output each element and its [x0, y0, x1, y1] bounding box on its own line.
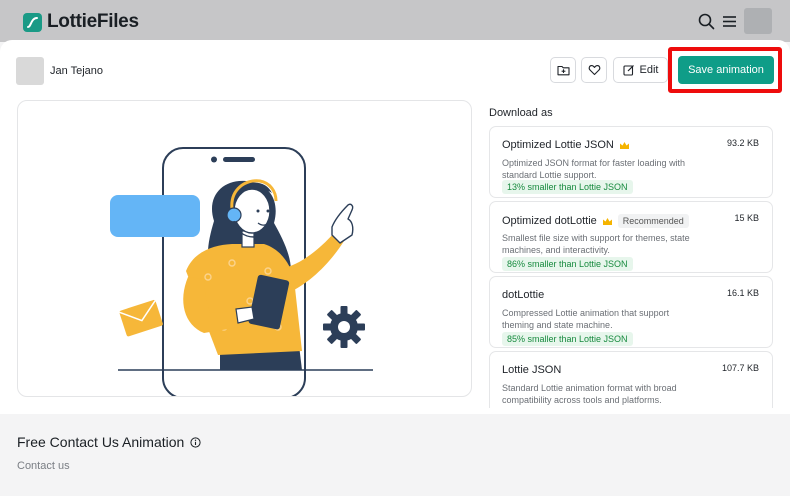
option-size: 16.1 KB — [726, 288, 759, 298]
author-avatar — [16, 57, 44, 85]
option-size: 15 KB — [734, 213, 759, 223]
user-avatar[interactable] — [744, 8, 772, 34]
heart-icon — [588, 65, 600, 76]
save-animation-button[interactable]: Save animation — [678, 56, 774, 84]
size-savings-chip: 86% smaller than Lottie JSON — [502, 257, 633, 271]
contact-illustration — [110, 147, 373, 396]
option-name: dotLottie — [502, 289, 545, 301]
author-info[interactable]: Jan Tejano — [16, 57, 103, 85]
download-option-optimized-dotlottie[interactable]: Optimized dotLottie Recommended 15 KB Sm… — [489, 201, 773, 273]
edit-button[interactable]: Edit — [613, 57, 668, 83]
option-size: 107.7 KB — [721, 363, 759, 373]
crown-icon — [602, 217, 613, 226]
download-option-lottie-json[interactable]: Lottie JSON 107.7 KB Standard Lottie ani… — [489, 351, 773, 408]
search-icon[interactable] — [696, 11, 716, 31]
animation-modal: Jan Tejano Edit Save animation Download … — [0, 40, 790, 414]
download-option-optimized-lottie-json[interactable]: Optimized Lottie JSON 93.2 KB Optimized … — [489, 126, 773, 198]
option-description: Smallest file size with support for them… — [502, 233, 690, 255]
folder-plus-icon — [556, 65, 570, 76]
info-icon[interactable] — [190, 436, 201, 448]
top-bar: LottieFiles — [0, 0, 790, 42]
download-title: Download as — [489, 107, 553, 119]
option-size: 93.2 KB — [726, 138, 759, 148]
size-savings-chip: 85% smaller than Lottie JSON — [502, 332, 633, 346]
edit-icon — [622, 65, 634, 76]
animation-title: Free Contact Us Animation — [17, 434, 201, 450]
option-description: Standard Lottie animation format with br… — [502, 383, 677, 405]
download-option-dotlottie[interactable]: dotLottie 16.1 KB Compressed Lottie anim… — [489, 276, 773, 348]
option-name: Optimized dotLottie — [502, 215, 597, 227]
add-to-folder-button[interactable] — [550, 57, 576, 83]
size-savings-chip: 13% smaller than Lottie JSON — [502, 180, 633, 194]
edit-label: Edit — [639, 64, 659, 76]
menu-icon[interactable] — [719, 11, 739, 31]
lottie-logo-icon — [23, 12, 42, 32]
brand-name: LottieFiles — [47, 11, 139, 32]
lottiefiles-logo[interactable]: LottieFiles — [23, 11, 139, 33]
author-name: Jan Tejano — [50, 65, 104, 77]
animation-details-footer: Free Contact Us Animation Contact us — [0, 414, 790, 496]
option-name: Lottie JSON — [502, 364, 562, 376]
crown-icon — [619, 141, 630, 150]
option-description: Optimized JSON format for faster loading… — [502, 158, 686, 180]
animation-preview[interactable] — [17, 100, 472, 397]
animation-subtitle: Contact us — [17, 460, 70, 472]
like-button[interactable] — [581, 57, 607, 83]
download-options-list[interactable]: Optimized Lottie JSON 93.2 KB Optimized … — [489, 126, 773, 408]
animation-title-text: Free Contact Us Animation — [17, 434, 185, 450]
option-name: Optimized Lottie JSON — [502, 139, 614, 151]
option-description: Compressed Lottie animation that support… — [502, 308, 670, 330]
recommended-badge: Recommended — [617, 214, 689, 228]
